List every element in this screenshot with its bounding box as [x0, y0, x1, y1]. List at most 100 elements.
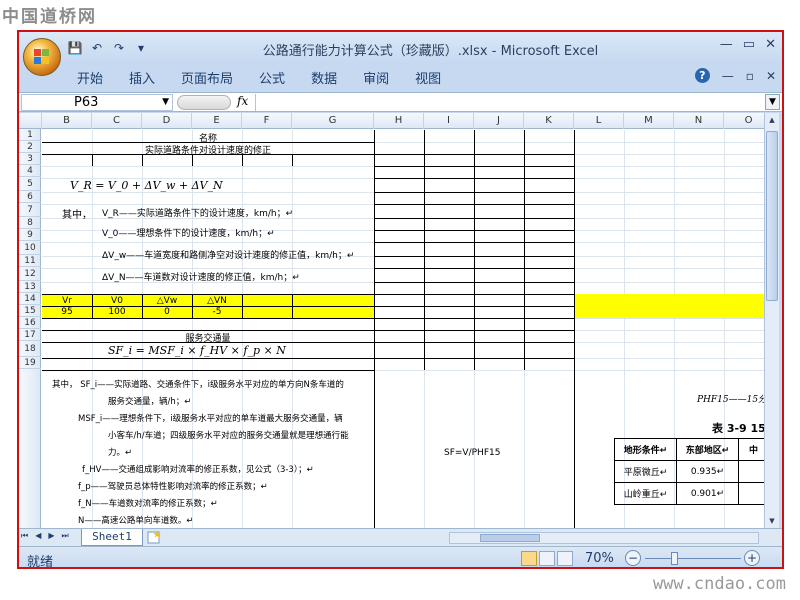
- column-header[interactable]: D: [142, 113, 192, 129]
- site-logo: 中国道桥网: [2, 7, 97, 27]
- row-header[interactable]: 16: [19, 317, 41, 329]
- doc-close-button[interactable]: ✕: [766, 69, 776, 83]
- row-header[interactable]: 8: [19, 217, 41, 229]
- site-url: www.cndao.com: [652, 574, 786, 594]
- column-header[interactable]: J: [474, 113, 524, 129]
- column-header[interactable]: L: [574, 113, 624, 129]
- column-header[interactable]: M: [624, 113, 674, 129]
- scroll-thumb[interactable]: [766, 131, 778, 301]
- row-header[interactable]: 19: [19, 357, 41, 369]
- doc-restore-button[interactable]: ▫: [746, 69, 754, 83]
- column-header[interactable]: E: [192, 113, 242, 129]
- column-header[interactable]: B: [42, 113, 92, 129]
- spreadsheet-grid[interactable]: B C D E F G H I J K L M N O 1 2 3 4 5 6 …: [19, 113, 766, 528]
- tab-data[interactable]: 数据: [311, 65, 351, 89]
- help-icon[interactable]: ?: [694, 68, 710, 83]
- row-header[interactable]: 4: [19, 165, 41, 177]
- column-header[interactable]: H: [374, 113, 424, 129]
- zoom-slider[interactable]: [645, 558, 741, 559]
- row-header[interactable]: 6: [19, 191, 41, 203]
- cell-header-dvn[interactable]: △VN: [192, 296, 242, 306]
- insert-function-icon[interactable]: fx: [237, 94, 248, 108]
- row-header[interactable]: 14: [19, 293, 41, 305]
- row-header[interactable]: 5: [19, 177, 41, 191]
- formula-input[interactable]: [255, 94, 762, 111]
- maximize-button[interactable]: ▭: [743, 37, 755, 52]
- table-row: 地形条件↵ 东部地区↵ 中: [614, 438, 766, 461]
- row-header[interactable]: 7: [19, 203, 41, 217]
- row-header[interactable]: 1: [19, 129, 41, 141]
- row-header[interactable]: 17: [19, 329, 41, 341]
- insert-sheet-icon[interactable]: [147, 530, 163, 544]
- column-header[interactable]: K: [524, 113, 574, 129]
- cell-sf-phf[interactable]: SF=V/PHF15: [444, 448, 500, 458]
- next-sheet-icon[interactable]: ▶: [48, 531, 54, 541]
- minimize-button[interactable]: —: [720, 37, 733, 52]
- cell-header-vr[interactable]: Vr: [42, 296, 92, 306]
- page-break-view-icon[interactable]: [557, 551, 573, 566]
- zoom-slider-thumb[interactable]: [671, 552, 678, 565]
- cell-header-dvw[interactable]: △Vw: [142, 296, 192, 306]
- tab-review[interactable]: 审阅: [363, 65, 403, 89]
- title-bar: 💾 ↶ ↷ ▾ 公路通行能力计算公式（珍藏版）.xlsx - Microsoft…: [19, 32, 782, 65]
- tab-insert[interactable]: 插入: [129, 65, 169, 89]
- scroll-up-icon[interactable]: ▲: [765, 113, 779, 127]
- row-header[interactable]: 12: [19, 267, 41, 281]
- cell-value-dvn[interactable]: -5: [192, 307, 242, 317]
- office-button[interactable]: [23, 38, 61, 76]
- cell-r16-title[interactable]: 服务交通量: [42, 331, 374, 344]
- last-sheet-icon[interactable]: ⏭: [62, 531, 69, 541]
- prev-sheet-icon[interactable]: ◀: [35, 531, 41, 541]
- tab-formulas[interactable]: 公式: [259, 65, 299, 89]
- column-header[interactable]: G: [292, 113, 374, 129]
- column-header[interactable]: I: [424, 113, 474, 129]
- row-header[interactable]: 2: [19, 141, 41, 153]
- vertical-scrollbar[interactable]: ▲ ▼: [764, 113, 779, 528]
- first-sheet-icon[interactable]: ⏮: [21, 531, 28, 541]
- tab-page-layout[interactable]: 页面布局: [181, 65, 247, 89]
- row-header[interactable]: 9: [19, 229, 41, 241]
- row-header[interactable]: 18: [19, 341, 41, 357]
- expand-formula-bar-icon[interactable]: ▼: [765, 94, 780, 110]
- cell-value-v0[interactable]: 100: [92, 307, 142, 317]
- close-button[interactable]: ✕: [765, 37, 776, 52]
- zoom-out-icon[interactable]: −: [625, 550, 641, 566]
- column-header[interactable]: C: [92, 113, 142, 129]
- row-header[interactable]: 10: [19, 241, 41, 255]
- horizontal-scrollbar[interactable]: [449, 532, 759, 544]
- sheet-tab-sheet1[interactable]: Sheet1: [81, 529, 143, 546]
- phf-note: PHF15——15分钟: [697, 395, 766, 405]
- row-header[interactable]: 13: [19, 281, 41, 293]
- row-header[interactable]: 11: [19, 255, 41, 267]
- page-layout-view-icon[interactable]: [539, 551, 555, 566]
- row-headers: 1 2 3 4 5 6 7 8 9 10 11 12 13 14 15 16 1…: [19, 129, 41, 528]
- row-header[interactable]: 15: [19, 305, 41, 317]
- cell-value-vr[interactable]: 95: [42, 307, 92, 317]
- cell-value-dvw[interactable]: 0: [142, 307, 192, 317]
- formula-bar-resize[interactable]: [177, 95, 231, 110]
- tab-view[interactable]: 视图: [415, 65, 455, 89]
- normal-view-icon[interactable]: [521, 551, 537, 566]
- doc-line-5: 力。↵: [108, 448, 133, 458]
- cell-area[interactable]: 名称 实际道路条件对设计速度的修正 V_R = V_0 + ΔV_w + ΔV_…: [42, 130, 766, 528]
- name-box[interactable]: P63 ▼: [21, 94, 173, 111]
- doc-minimize-button[interactable]: —: [722, 69, 734, 83]
- column-header[interactable]: O: [724, 113, 766, 129]
- name-box-value: P63: [74, 95, 99, 110]
- zoom-in-icon[interactable]: +: [744, 550, 760, 566]
- cell-header-v0[interactable]: V0: [92, 296, 142, 306]
- column-header[interactable]: N: [674, 113, 724, 129]
- tab-home[interactable]: 开始: [77, 65, 117, 89]
- excel-window: 💾 ↶ ↷ ▾ 公路通行能力计算公式（珍藏版）.xlsx - Microsoft…: [17, 30, 784, 569]
- cell-r2-title[interactable]: 实际道路条件对设计速度的修正: [42, 143, 374, 156]
- chevron-down-icon[interactable]: ▼: [162, 95, 169, 110]
- row-header[interactable]: 3: [19, 153, 41, 165]
- sheet-nav: ⏮ ◀ ▶ ⏭: [21, 531, 69, 541]
- scroll-down-icon[interactable]: ▼: [765, 514, 779, 528]
- zoom-level[interactable]: 70%: [585, 551, 614, 566]
- select-all-corner[interactable]: [19, 113, 42, 129]
- column-header[interactable]: F: [242, 113, 292, 129]
- table-row: 平原微丘↵ 0.935↵: [614, 460, 766, 483]
- table-cell: [738, 482, 766, 505]
- hscroll-thumb[interactable]: [480, 534, 540, 542]
